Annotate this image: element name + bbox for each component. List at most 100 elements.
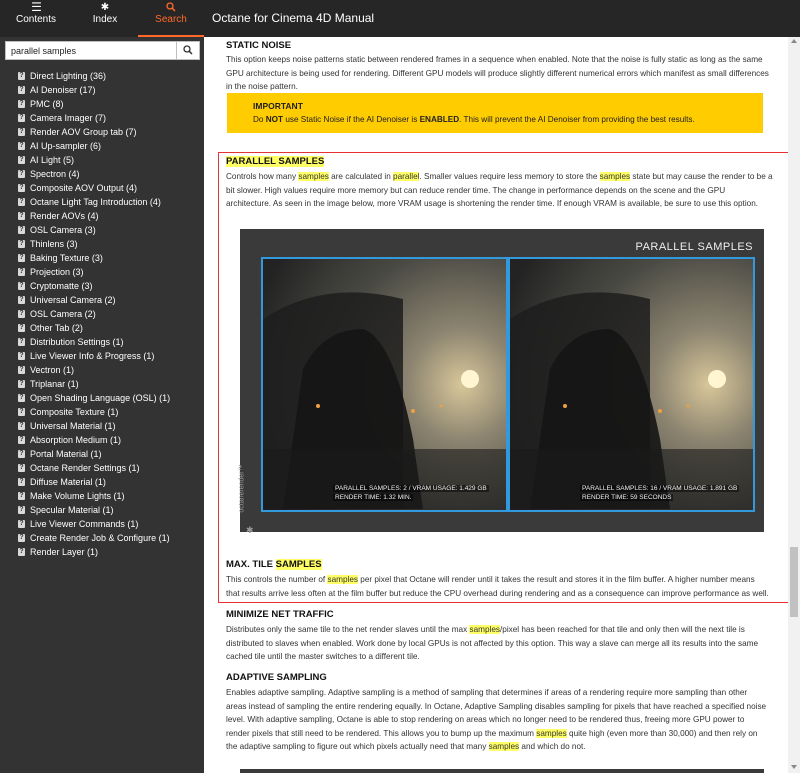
search-result-item[interactable]: ? Camera Imager (7): [0, 111, 204, 125]
search-result-item[interactable]: ? AI Up-sampler (6): [0, 139, 204, 153]
brand-text: octanerender™: [238, 464, 246, 513]
search-result-item[interactable]: ? Open Shading Language (OSL) (1): [0, 391, 204, 405]
search-result-item[interactable]: ? Make Volume Lights (1): [0, 489, 204, 503]
search-result-item[interactable]: ? Composite AOV Output (4): [0, 181, 204, 195]
search-result-item[interactable]: ? Vectron (1): [0, 363, 204, 377]
search-result-item[interactable]: ? Octane Light Tag Introduction (4): [0, 195, 204, 209]
right-caption-time: RENDER TIME: 59 SECONDS: [580, 494, 674, 501]
search-result-label: Specular Material (1): [30, 505, 114, 515]
search-result-label: Projection (3): [30, 267, 84, 277]
search-result-item[interactable]: ? Live Viewer Info & Progress (1): [0, 349, 204, 363]
search-result-item[interactable]: ? PMC (8): [0, 97, 204, 111]
help-topic-icon: ?: [18, 310, 25, 318]
content-scrollbar[interactable]: [788, 37, 800, 773]
help-topic-icon: ?: [18, 282, 25, 290]
search-result-label: OSL Camera (3): [30, 225, 96, 235]
search-result-label: Triplanar (1): [30, 379, 79, 389]
search-result-item[interactable]: ? Live Viewer Commands (1): [0, 517, 204, 531]
search-result-item[interactable]: ? Composite Texture (1): [0, 405, 204, 419]
help-topic-icon: ?: [18, 380, 25, 388]
help-topic-icon: ?: [18, 338, 25, 346]
search-result-label: Render AOVs (4): [30, 211, 99, 221]
tab-search[interactable]: Search: [138, 0, 204, 37]
search-result-item[interactable]: ? Octane Render Settings (1): [0, 461, 204, 475]
parallel-samples-image: PARALLEL SAMPLES PARALLEL SAMPLES: 2 / V…: [238, 229, 764, 535]
search-result-item[interactable]: ? Render Layer (1): [0, 545, 204, 559]
heading-parallel-samples: PARALLEL SAMPLES: [226, 156, 325, 167]
search-result-item[interactable]: ? Create Render Job & Configure (1): [0, 531, 204, 545]
search-result-label: Diffuse Material (1): [30, 477, 106, 487]
search-result-item[interactable]: ? Absorption Medium (1): [0, 433, 204, 447]
search-result-item[interactable]: ? Direct Lighting (36): [0, 69, 204, 83]
help-topic-icon: ?: [18, 142, 25, 150]
search-result-label: Open Shading Language (OSL) (1): [30, 393, 171, 403]
scroll-thumb[interactable]: [790, 547, 798, 617]
help-topic-icon: ?: [18, 408, 25, 416]
render-panel-right: PARALLEL SAMPLES: 16 / VRAM USAGE: 1.891…: [508, 257, 755, 512]
help-topic-icon: ?: [18, 254, 25, 262]
search-button[interactable]: [176, 42, 199, 59]
important-title: IMPORTANT: [253, 101, 303, 111]
help-topic-icon: ?: [18, 464, 25, 472]
paragraph-minimize-net-traffic: Distributes only the same tile to the ne…: [226, 625, 759, 661]
header: Octane for Cinema 4D Manual: [204, 0, 800, 37]
search-result-label: Direct Lighting (36): [30, 71, 107, 81]
sidebar: ☰ Contents ✱ Index Search ? Direct Lighti…: [0, 0, 204, 773]
heading-minimize-net-traffic: MINIMIZE NET TRAFFIC: [226, 609, 334, 620]
search-result-label: Thinlens (3): [30, 239, 78, 249]
search-result-item[interactable]: ? Universal Material (1): [0, 419, 204, 433]
search-result-label: Octane Render Settings (1): [30, 463, 140, 473]
help-topic-icon: ?: [18, 296, 25, 304]
search-result-label: Composite Texture (1): [30, 407, 119, 417]
search-result-label: OSL Camera (2): [30, 309, 96, 319]
search-result-label: Universal Camera (2): [30, 295, 116, 305]
search-result-item[interactable]: ? AI Denoiser (17): [0, 83, 204, 97]
search-result-item[interactable]: ? Universal Camera (2): [0, 293, 204, 307]
search-result-item[interactable]: ? Specular Material (1): [0, 503, 204, 517]
search-result-label: Make Volume Lights (1): [30, 491, 125, 501]
scroll-down-arrow[interactable]: [791, 765, 797, 769]
search-input[interactable]: [6, 42, 181, 59]
search-result-item[interactable]: ? Projection (3): [0, 265, 204, 279]
tab-index[interactable]: ✱ Index: [72, 0, 138, 37]
search-result-item[interactable]: ? Baking Texture (3): [0, 251, 204, 265]
search-result-item[interactable]: ? Triplanar (1): [0, 377, 204, 391]
help-topic-icon: ?: [18, 436, 25, 444]
scroll-up-arrow[interactable]: [791, 39, 797, 43]
help-topic-icon: ?: [18, 240, 25, 248]
search-result-item[interactable]: ? OSL Camera (2): [0, 307, 204, 321]
search-result-item[interactable]: ? Portal Material (1): [0, 447, 204, 461]
search-result-item[interactable]: ? Other Tab (2): [0, 321, 204, 335]
search-result-item[interactable]: ? Cryptomatte (3): [0, 279, 204, 293]
search-result-label: Portal Material (1): [30, 449, 102, 459]
search-result-item[interactable]: ? Render AOVs (4): [0, 209, 204, 223]
asterisk-icon: ✱: [100, 2, 110, 13]
search-result-item[interactable]: ? Thinlens (3): [0, 237, 204, 251]
heading-static-noise: STATIC NOISE: [226, 40, 292, 51]
paragraph-static-noise: This option keeps noise patterns static …: [226, 55, 769, 91]
help-topic-icon: ?: [18, 114, 25, 122]
search-result-label: Spectron (4): [30, 169, 80, 179]
search-result-item[interactable]: ? Render AOV Group tab (7): [0, 125, 204, 139]
left-caption-samples: PARALLEL SAMPLES: 2 / VRAM USAGE: 1.429 …: [333, 485, 489, 492]
search-result-label: Absorption Medium (1): [30, 435, 122, 445]
help-topic-icon: ?: [18, 198, 25, 206]
search-result-label: Render AOV Group tab (7): [30, 127, 137, 137]
important-callout: IMPORTANT Do NOT use Static Noise if the…: [227, 93, 763, 133]
tab-contents[interactable]: ☰ Contents: [0, 0, 72, 37]
search-result-item[interactable]: ? Spectron (4): [0, 167, 204, 181]
search-result-item[interactable]: ? OSL Camera (3): [0, 223, 204, 237]
search-result-label: Live Viewer Info & Progress (1): [30, 351, 155, 361]
search-result-item[interactable]: ? Diffuse Material (1): [0, 475, 204, 489]
search-result-item[interactable]: ? Distribution Settings (1): [0, 335, 204, 349]
search-result-label: PMC (8): [30, 99, 64, 109]
search-icon: [183, 45, 193, 55]
help-topic-icon: ?: [18, 478, 25, 486]
search-result-item[interactable]: ? AI Light (5): [0, 153, 204, 167]
help-topic-icon: ?: [18, 72, 25, 80]
help-topic-icon: ?: [18, 170, 25, 178]
content-area: STATIC NOISE This option keeps noise pat…: [204, 37, 788, 773]
help-topic-icon: ?: [18, 366, 25, 374]
octane-logo-icon: ✱: [246, 525, 254, 535]
search-box: [5, 41, 200, 60]
